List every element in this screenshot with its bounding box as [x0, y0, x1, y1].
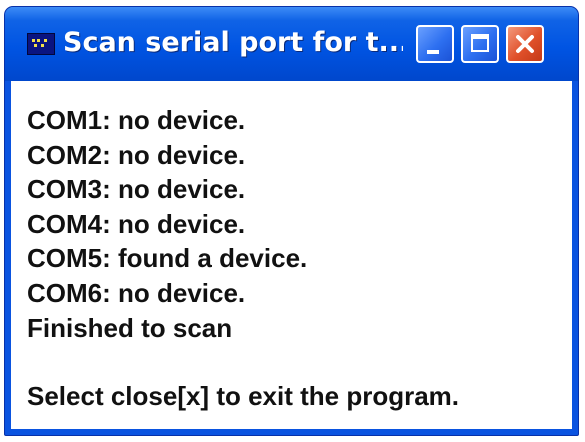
- app-icon[interactable]: [27, 33, 55, 55]
- console-output-area: COM1: no device. COM2: no device. COM3: …: [11, 81, 572, 429]
- title-bar[interactable]: Scan serial port for t...: [5, 7, 578, 81]
- maximize-button[interactable]: [461, 25, 499, 63]
- window-title: Scan serial port for t...: [63, 27, 403, 58]
- close-icon: [516, 35, 534, 53]
- minimize-button[interactable]: [416, 25, 454, 63]
- exit-instruction-line: Select close[x] to exit the program.: [27, 381, 460, 412]
- output-line-com6: COM6: no device.: [27, 277, 246, 308]
- minimize-icon: [427, 50, 439, 54]
- close-button[interactable]: [506, 25, 544, 63]
- output-line-com3: COM3: no device.: [27, 174, 246, 205]
- output-line-com4: COM4: no device.: [27, 208, 246, 239]
- console-window: Scan serial port for t... COM1: no devic…: [4, 6, 579, 436]
- output-line-com1: COM1: no device.: [27, 105, 246, 135]
- output-line-com2: COM2: no device.: [27, 139, 246, 170]
- scan-finished-line: Finished to scan: [27, 312, 233, 343]
- maximize-icon: [471, 34, 489, 52]
- output-line-com5: COM5: found a device.: [27, 243, 308, 274]
